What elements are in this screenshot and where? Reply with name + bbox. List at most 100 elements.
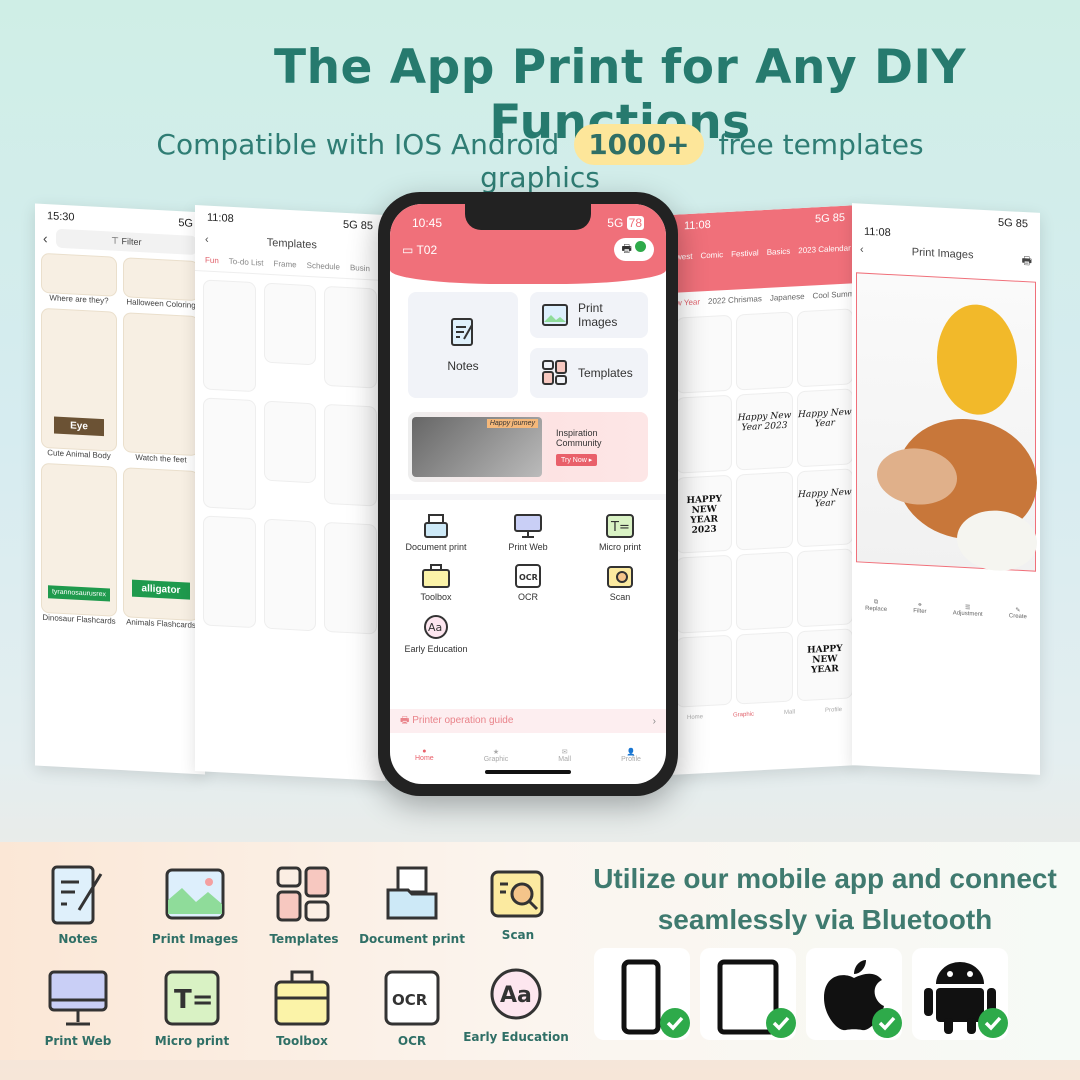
toolbox-item[interactable]: Toolbox bbox=[390, 564, 482, 602]
tab-graphic[interactable]: Graphic bbox=[733, 712, 754, 719]
printer-icon: 🖶 bbox=[400, 714, 410, 726]
subtab-summer[interactable]: Cool Summ bbox=[813, 289, 855, 300]
template-item[interactable]: Where are they? bbox=[41, 252, 117, 306]
tab-home[interactable]: ● Home bbox=[415, 748, 434, 784]
svg-text:T=: T= bbox=[174, 985, 214, 1015]
tile-label: Notes bbox=[447, 359, 479, 373]
early-education-icon: Aa bbox=[490, 968, 542, 1020]
template-item[interactable]: tyrannosaurusrex Dinosaur Flashcards bbox=[41, 462, 117, 626]
tab-home[interactable]: Home bbox=[687, 714, 703, 721]
printer-guide-bar[interactable]: 🖶 Printer operation guide › bbox=[390, 709, 666, 733]
template-item[interactable]: Watch the feet bbox=[123, 312, 199, 465]
subtab-christmas[interactable]: 2022 Chrismas bbox=[708, 294, 762, 306]
status-time: 11:08 bbox=[207, 211, 234, 226]
sticker-text[interactable]: HAPPY NEW YEAR bbox=[796, 628, 853, 702]
sticker-confetti[interactable] bbox=[676, 394, 733, 474]
svg-text:OCR: OCR bbox=[392, 991, 428, 1009]
tab-calendar[interactable]: 2023 Calendar bbox=[798, 243, 850, 255]
template-tooth[interactable] bbox=[263, 400, 317, 484]
subtab-new-year[interactable]: w Year bbox=[676, 297, 700, 307]
sticker-text[interactable]: Happy New Year bbox=[796, 468, 853, 548]
feature-grid: Document print Print Web T= Micro print T… bbox=[390, 514, 666, 654]
card-word: Eye bbox=[54, 416, 104, 437]
tab-mall[interactable]: ✉ Mall bbox=[558, 748, 571, 784]
sticker-rocket[interactable] bbox=[736, 551, 793, 631]
sticker-stars[interactable] bbox=[736, 471, 793, 551]
scan-icon bbox=[490, 870, 544, 918]
sticker-glasses[interactable] bbox=[736, 311, 793, 391]
sticker-bottle[interactable] bbox=[796, 308, 853, 388]
photo-canvas[interactable] bbox=[856, 272, 1037, 572]
scan-icon bbox=[607, 566, 633, 588]
ocr-item[interactable]: OCR OCR bbox=[482, 564, 574, 602]
create-button[interactable]: ✎ Create bbox=[1009, 606, 1027, 621]
inspiration-banner[interactable]: Happy journey Inspiration Community Try N… bbox=[408, 412, 648, 482]
subtab-japanese[interactable]: Japanese bbox=[770, 292, 805, 303]
back-icon[interactable]: ‹ bbox=[43, 229, 48, 245]
sticker-balloon[interactable] bbox=[796, 548, 853, 628]
feature-scan: Scan bbox=[458, 864, 578, 942]
document-print-item[interactable]: Document print bbox=[390, 514, 482, 552]
micro-print-item[interactable]: T= Micro print bbox=[574, 514, 666, 552]
tab-todo[interactable]: To-do List bbox=[229, 257, 264, 268]
template-paper[interactable] bbox=[203, 397, 256, 511]
early-education-item[interactable]: Aa Early Education bbox=[390, 614, 482, 654]
scan-item[interactable]: Scan bbox=[574, 564, 666, 602]
phone-compatible bbox=[594, 948, 690, 1040]
document-icon bbox=[424, 514, 448, 538]
device-selector[interactable]: ▭ T02 bbox=[402, 243, 437, 257]
template-jar[interactable] bbox=[324, 285, 377, 389]
tab-newest[interactable]: west bbox=[676, 252, 692, 262]
tab-mall[interactable]: Mall bbox=[784, 709, 795, 716]
check-icon bbox=[872, 1008, 902, 1038]
svg-text:T=: T= bbox=[610, 520, 630, 535]
adjustment-button[interactable]: ☰ Adjustment bbox=[953, 603, 983, 618]
template-item[interactable]: Halloween Coloring bbox=[123, 257, 199, 310]
sticker-text[interactable]: Happy New Year 2023 bbox=[736, 391, 793, 471]
banner-photo: Happy journey bbox=[412, 417, 542, 477]
try-now-button[interactable]: Try Now ▸ bbox=[556, 454, 598, 466]
templates-tile[interactable]: Templates bbox=[530, 348, 648, 398]
early-education-icon: Aa bbox=[424, 615, 448, 639]
tab-basics[interactable]: Basics bbox=[767, 247, 791, 257]
tab-frame[interactable]: Frame bbox=[273, 259, 296, 269]
print-web-item[interactable]: Print Web bbox=[482, 514, 574, 552]
tab-schedule[interactable]: Schedule bbox=[307, 261, 340, 272]
tab-comic[interactable]: Comic bbox=[700, 250, 723, 260]
replace-button[interactable]: ⧉ Replace bbox=[865, 599, 887, 613]
printer-icon[interactable]: 🖶 bbox=[1022, 252, 1032, 272]
svg-text:Aa: Aa bbox=[500, 983, 532, 1008]
template-item[interactable]: alligator Animals Flashcards bbox=[123, 467, 199, 630]
tab-graphic[interactable]: ★ Graphic bbox=[484, 748, 509, 784]
sticker-firework[interactable] bbox=[676, 554, 733, 634]
notes-tile[interactable]: Notes bbox=[408, 292, 518, 398]
template-can[interactable] bbox=[203, 279, 256, 393]
notes-icon bbox=[51, 865, 103, 925]
tab-profile[interactable]: 👤 Profile bbox=[621, 748, 641, 784]
sticker-mask[interactable] bbox=[736, 631, 793, 705]
feature-micro-print: T= Micro print bbox=[132, 970, 252, 1048]
template-frame[interactable] bbox=[263, 518, 317, 632]
sticker-hat[interactable] bbox=[676, 314, 733, 394]
status-time: 15:30 bbox=[47, 210, 75, 224]
banner-title: Inspiration Community bbox=[556, 428, 602, 448]
screen-flashcards: 15:30 5G ‹ ⊤ Filter Where are they? Hallow… bbox=[35, 203, 205, 775]
filter-button[interactable]: ⚭ Filter bbox=[913, 601, 926, 614]
toolbox-icon bbox=[274, 970, 330, 1026]
tab-profile[interactable]: Profile bbox=[825, 707, 842, 714]
tab-fun[interactable]: Fun bbox=[205, 256, 219, 266]
sticker-bottle2[interactable] bbox=[676, 634, 733, 708]
tab-business[interactable]: Busin bbox=[350, 263, 370, 273]
template-item[interactable]: Eye Cute Animal Body bbox=[41, 307, 117, 461]
feature-early-education: Aa Early Education bbox=[456, 966, 576, 1044]
template-pot[interactable] bbox=[324, 521, 377, 635]
print-images-tile[interactable]: Print Images bbox=[530, 292, 648, 338]
phone-mockup: 10:45 5G 78 ▭ T02 🖶 Notes Print Images Te… bbox=[378, 192, 678, 796]
template-scroll[interactable] bbox=[203, 515, 256, 629]
template-pig[interactable] bbox=[263, 282, 317, 366]
sticker-text[interactable]: HAPPY NEW YEAR 2023 bbox=[676, 474, 733, 554]
connection-status[interactable]: 🖶 bbox=[613, 238, 654, 261]
sticker-text[interactable]: Happy New Year bbox=[796, 388, 853, 468]
tab-festival[interactable]: Festival bbox=[731, 248, 759, 258]
template-bulb[interactable] bbox=[324, 403, 377, 507]
